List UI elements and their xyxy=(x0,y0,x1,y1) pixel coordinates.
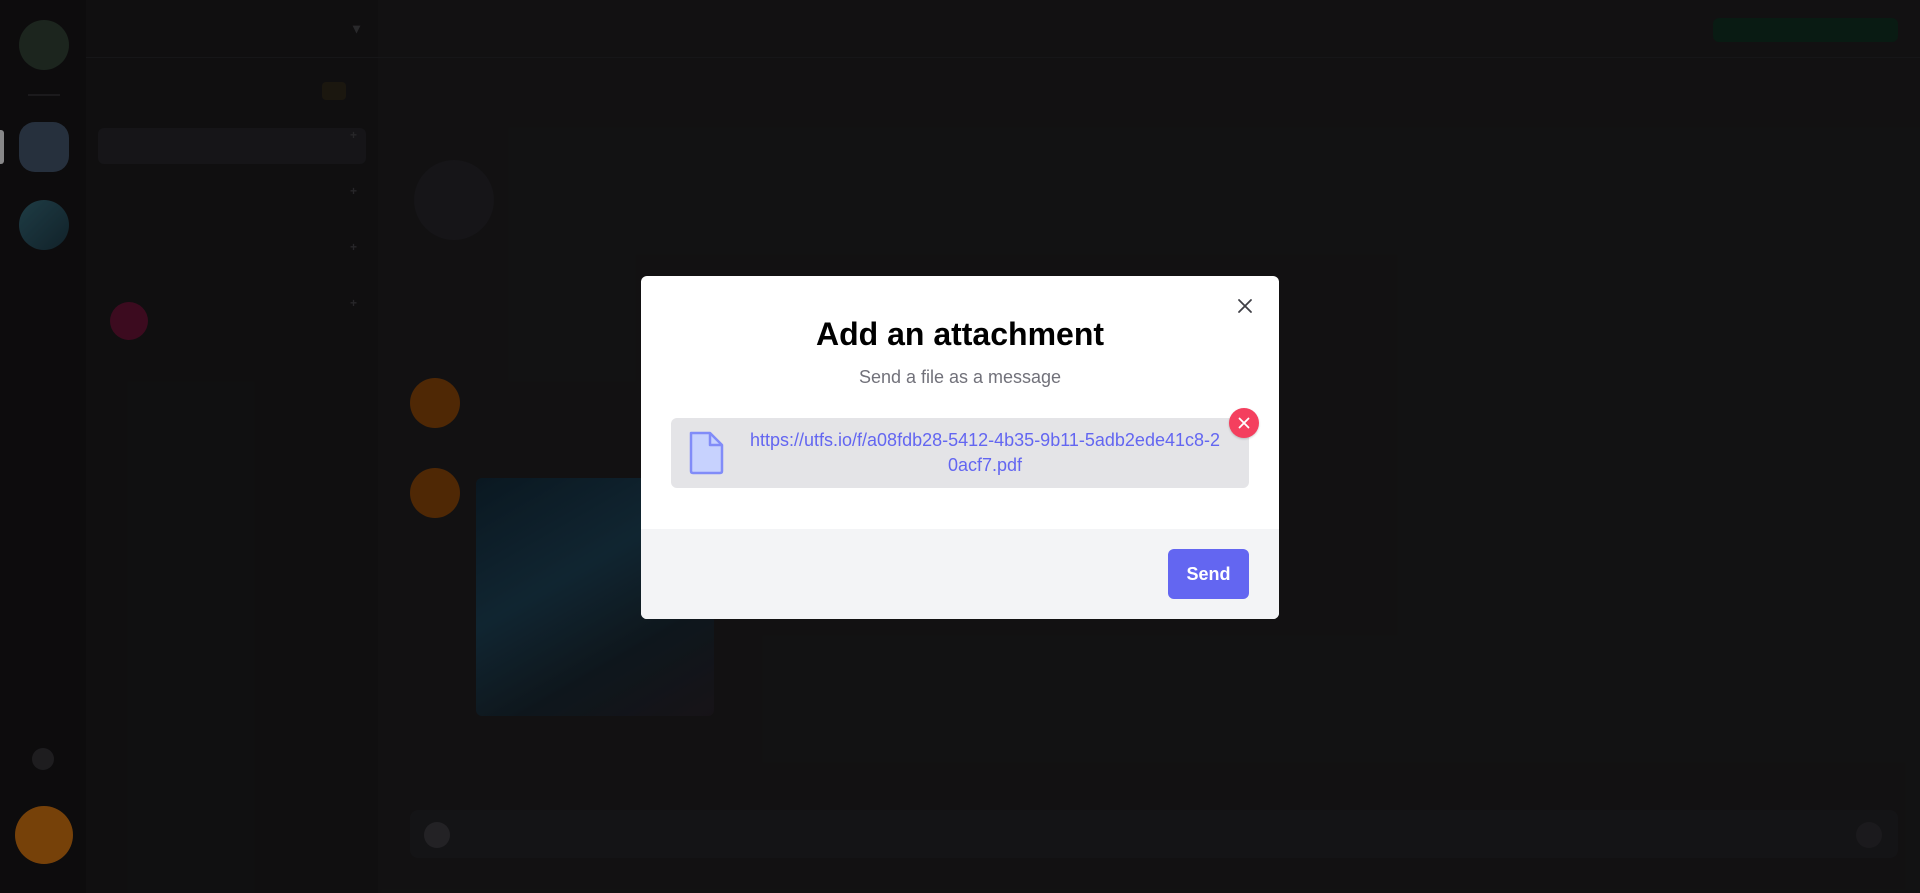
modal-title: Add an attachment xyxy=(815,316,1105,352)
file-icon xyxy=(689,431,724,475)
x-icon xyxy=(1238,417,1250,429)
app-root: ▾ + + + + Add an attachment Send a file … xyxy=(0,0,1920,893)
modal-footer: Send xyxy=(641,529,1279,619)
send-button[interactable]: Send xyxy=(1168,549,1249,599)
close-icon xyxy=(1238,299,1252,313)
file-preview: https://utfs.io/f/a08fdb28-5412-4b35-9b1… xyxy=(671,408,1259,488)
file-link[interactable]: https://utfs.io/f/a08fdb28-5412-4b35-9b1… xyxy=(727,428,1225,478)
attachment-modal: Add an attachment Send a file as a messa… xyxy=(641,276,1279,619)
close-button[interactable] xyxy=(1233,294,1257,318)
remove-file-button[interactable] xyxy=(1229,408,1259,438)
modal-subtitle: Send a file as a message xyxy=(858,367,1062,387)
